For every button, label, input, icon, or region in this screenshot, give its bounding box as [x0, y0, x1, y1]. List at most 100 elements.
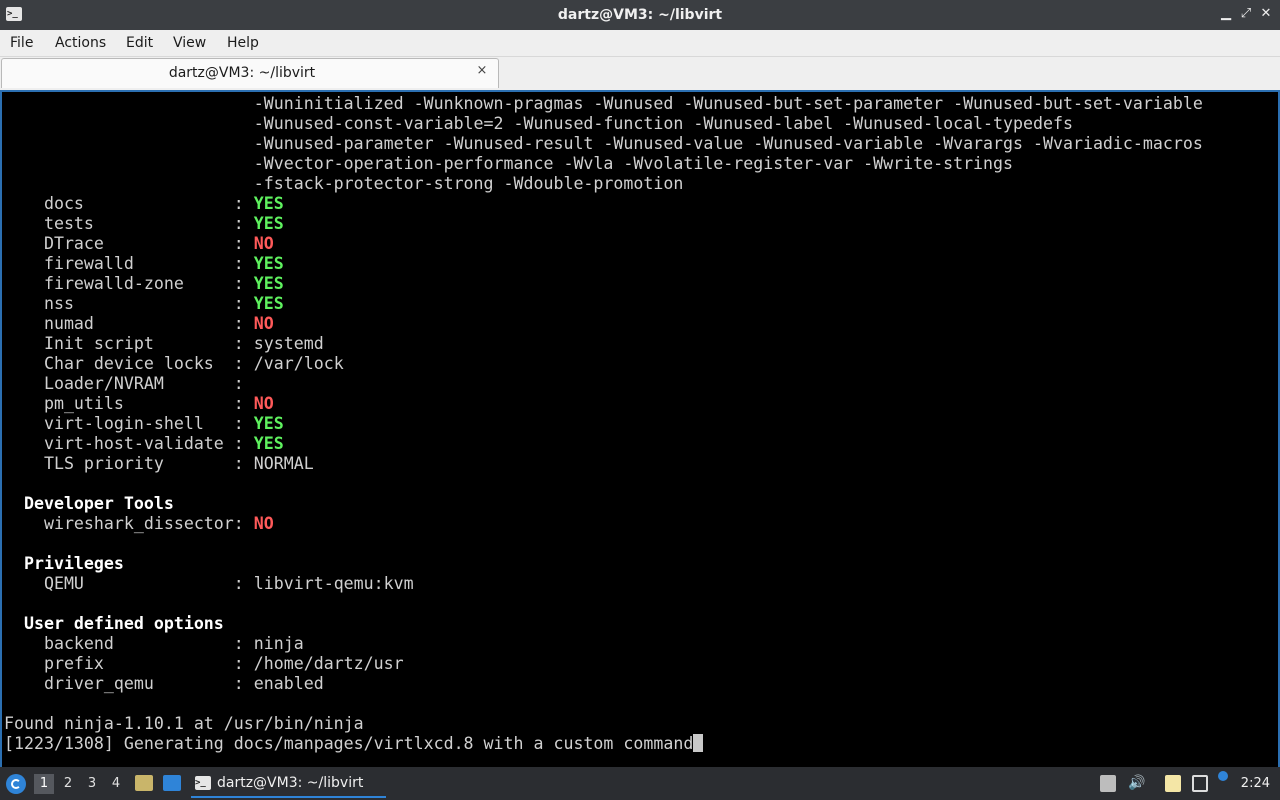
option-value: NO [253, 234, 274, 253]
terminal-line: -Wuninitialized -Wunknown-pragmas -Wunus… [4, 94, 1203, 114]
terminal-line: QEMU : libvirt-qemu:kvm [4, 574, 1203, 594]
menu-edit[interactable]: Edit [126, 30, 153, 56]
notification-icon[interactable] [1218, 771, 1228, 781]
line-text: -Wuninitialized -Wunknown-pragmas -Wunus… [4, 94, 1203, 113]
terminal-line: DTrace : NO [4, 234, 1203, 254]
option-value: YES [253, 414, 284, 433]
terminal-line: Developer Tools [4, 494, 1203, 514]
option-key: nss : [4, 294, 254, 313]
section-header: Privileges [4, 554, 124, 573]
terminal-line: firewalld : YES [4, 254, 1203, 274]
line-text: -fstack-protector-strong -Wdouble-promot… [4, 174, 684, 193]
terminal-line: virt-host-validate : YES [4, 434, 1203, 454]
terminal-line: docs : YES [4, 194, 1203, 214]
line-text: -Wvector-operation-performance -Wvla -Wv… [4, 154, 1014, 173]
terminal-line: -Wunused-const-variable=2 -Wunused-funct… [4, 114, 1203, 134]
terminal-line: backend : ninja [4, 634, 1203, 654]
terminal-line: numad : NO [4, 314, 1203, 334]
terminal-line: firewalld-zone : YES [4, 274, 1203, 294]
option-value: NO [253, 514, 274, 533]
option-value: NORMAL [253, 454, 314, 473]
option-value: YES [253, 274, 284, 293]
file-manager-icon[interactable] [135, 775, 153, 791]
menu-help[interactable]: Help [227, 30, 259, 56]
task-terminal[interactable]: >_ dartz@VM3: ~/libvirt [191, 769, 386, 798]
option-key: pm_utils : [4, 394, 254, 413]
window-title: dartz@VM3: ~/libvirt [557, 7, 723, 23]
terminal-line: TLS priority : NORMAL [4, 454, 1203, 474]
network-icon[interactable] [1192, 775, 1208, 792]
terminal-line: Char device locks : /var/lock [4, 354, 1203, 374]
option-key: wireshark_dissector: [4, 514, 254, 533]
option-key: tests : [4, 214, 254, 233]
terminal-line: Privileges [4, 554, 1203, 574]
terminal-line: User defined options [4, 614, 1203, 634]
option-value: ninja [253, 634, 304, 653]
option-key: virt-login-shell : [4, 414, 254, 433]
option-value: YES [253, 294, 284, 313]
terminal-line: prefix : /home/dartz/usr [4, 654, 1203, 674]
option-key: TLS priority : [4, 454, 254, 473]
section-header: Developer Tools [4, 494, 174, 513]
option-key: virt-host-validate : [4, 434, 254, 453]
menu-actions[interactable]: Actions [55, 30, 106, 56]
menu-file[interactable]: File [10, 30, 33, 56]
line-text: [1223/1308] Generating docs/manpages/vir… [4, 734, 694, 753]
option-value: /home/dartz/usr [253, 654, 404, 673]
tab-bar: dartz@VM3: ~/libvirt × [0, 57, 1280, 90]
option-value: systemd [253, 334, 324, 353]
line-text: -Wunused-parameter -Wunused-result -Wunu… [4, 134, 1203, 153]
terminal-line: virt-login-shell : YES [4, 414, 1203, 434]
task-label: dartz@VM3: ~/libvirt [217, 775, 364, 791]
close-icon[interactable]: ✕ [1258, 6, 1274, 22]
terminal-line: -fstack-protector-strong -Wdouble-promot… [4, 174, 1203, 194]
start-menu-icon[interactable] [6, 774, 26, 794]
option-key: QEMU : [4, 574, 254, 593]
text-cursor [693, 734, 704, 752]
menu-view[interactable]: View [173, 30, 206, 56]
terminal-line: -Wvector-operation-performance -Wvla -Wv… [4, 154, 1203, 174]
option-key: prefix : [4, 654, 254, 673]
terminal-output: -Wuninitialized -Wunknown-pragmas -Wunus… [4, 94, 1203, 754]
terminal-line: tests : YES [4, 214, 1203, 234]
clipboard-icon[interactable] [1100, 775, 1116, 792]
terminal-line: pm_utils : NO [4, 394, 1203, 414]
terminal-line: Loader/NVRAM : [4, 374, 1203, 394]
tab-close-icon[interactable]: × [474, 63, 490, 79]
option-key: firewalld-zone : [4, 274, 254, 293]
volume-icon[interactable]: 🔊 [1128, 775, 1145, 792]
desktop-icon[interactable] [163, 775, 181, 791]
option-key: Init script : [4, 334, 254, 353]
option-key: firewalld : [4, 254, 254, 273]
restore-icon[interactable]: ⤢ [1238, 6, 1254, 22]
option-value: NO [253, 314, 274, 333]
option-key: Loader/NVRAM : [4, 374, 254, 393]
option-value: YES [253, 254, 284, 273]
terminal-line: Init script : systemd [4, 334, 1203, 354]
menu-bar: File Actions Edit View Help [0, 30, 1280, 57]
option-value: /var/lock [253, 354, 344, 373]
option-key: backend : [4, 634, 254, 653]
workspace-1[interactable]: 1 [34, 774, 54, 794]
option-value: YES [253, 214, 284, 233]
terminal-view[interactable]: -Wuninitialized -Wunknown-pragmas -Wunus… [0, 90, 1280, 767]
taskbar: 1 2 3 4 >_ dartz@VM3: ~/libvirt 🔊 2:24 [0, 767, 1280, 800]
minimize-icon[interactable]: ▁ [1218, 6, 1234, 22]
files-icon[interactable] [1165, 775, 1181, 792]
terminal-line: wireshark_dissector: NO [4, 514, 1203, 534]
option-key: Char device locks : [4, 354, 254, 373]
terminal-icon: >_ [195, 776, 211, 790]
workspace-3[interactable]: 3 [82, 774, 102, 794]
option-value: YES [253, 434, 284, 453]
tab-terminal[interactable]: dartz@VM3: ~/libvirt × [1, 58, 499, 88]
workspace-4[interactable]: 4 [106, 774, 126, 794]
window-titlebar: >_ dartz@VM3: ~/libvirt ▁ ⤢ ✕ [0, 0, 1280, 30]
workspace-2[interactable]: 2 [58, 774, 78, 794]
option-value: NO [253, 394, 274, 413]
terminal-line: driver_qemu : enabled [4, 674, 1203, 694]
option-key: DTrace : [4, 234, 254, 253]
terminal-line: nss : YES [4, 294, 1203, 314]
